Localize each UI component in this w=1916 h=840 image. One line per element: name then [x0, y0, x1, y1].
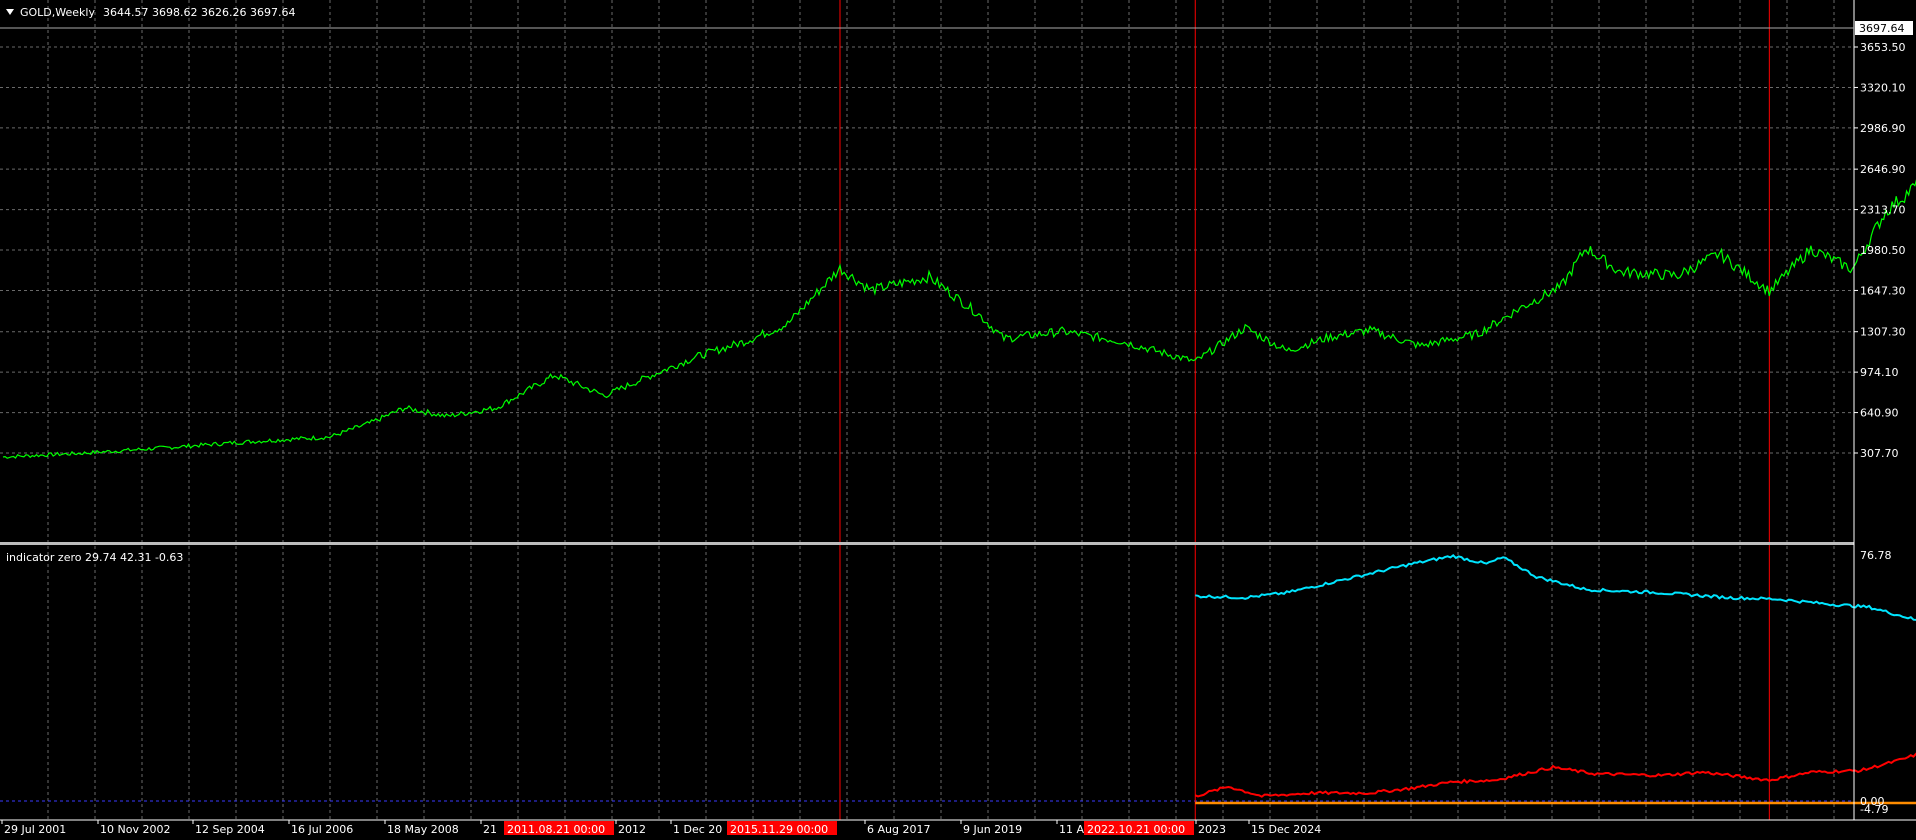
- price-tick-label: 1647.30: [1860, 284, 1906, 297]
- time-tick-label: 11 A: [1059, 823, 1084, 836]
- time-tick-label: 10 Nov 2002: [100, 823, 170, 836]
- time-tick-label: 2012: [618, 823, 646, 836]
- price-tick-label: 3653.50: [1860, 41, 1906, 54]
- symbol-label[interactable]: GOLD,Weekly: [20, 6, 95, 19]
- indicator-min-label: -4.79: [1860, 803, 1888, 816]
- price-tick-label: 2313.70: [1860, 204, 1906, 217]
- marker-date-label: 2011.08.21 00:00: [507, 823, 605, 836]
- ohlc-label: 3644.57 3698.62 3626.26 3697.64: [103, 6, 295, 19]
- price-tick-label: 640.90: [1860, 407, 1899, 420]
- trading-chart[interactable]: GOLD,Weekly 3644.57 3698.62 3626.26 3697…: [0, 0, 1916, 840]
- time-tick-label: 15 Dec 2024: [1251, 823, 1321, 836]
- price-tick-label: 1307.30: [1860, 326, 1906, 339]
- price-tick-label: 1980.50: [1860, 244, 1906, 257]
- marker-date-label: 2015.11.29 00:00: [730, 823, 828, 836]
- pane-separator[interactable]: [0, 542, 1854, 545]
- price-tick-label: 2646.90: [1860, 163, 1906, 176]
- time-tick-label: 29 Jul 2001: [4, 823, 66, 836]
- time-tick-label: 12 Sep 2004: [195, 823, 265, 836]
- indicator-header[interactable]: indicator zero 29.74 42.31 -0.63: [6, 551, 183, 564]
- price-tick-label: 2986.90: [1860, 122, 1906, 135]
- price-tick-label: 3320.10: [1860, 81, 1906, 94]
- chart-background: [0, 0, 1916, 840]
- marker-date-label: 2022.10.21 00:00: [1087, 823, 1185, 836]
- time-tick-label: 16 Jul 2006: [291, 823, 353, 836]
- price-tick-label: 307.70: [1860, 447, 1899, 460]
- time-tick-label: 9 Jun 2019: [963, 823, 1022, 836]
- time-tick-label: 1 Dec 20: [673, 823, 722, 836]
- time-tick-label: 6 Aug 2017: [867, 823, 930, 836]
- price-tick-label: 974.10: [1860, 366, 1899, 379]
- time-tick-label: 18 May 2008: [387, 823, 459, 836]
- time-tick-label: 21: [483, 823, 497, 836]
- indicator-max-label: 76.78: [1860, 549, 1892, 562]
- current-price-label: 3697.64: [1859, 22, 1905, 35]
- time-tick-label: 2023: [1198, 823, 1226, 836]
